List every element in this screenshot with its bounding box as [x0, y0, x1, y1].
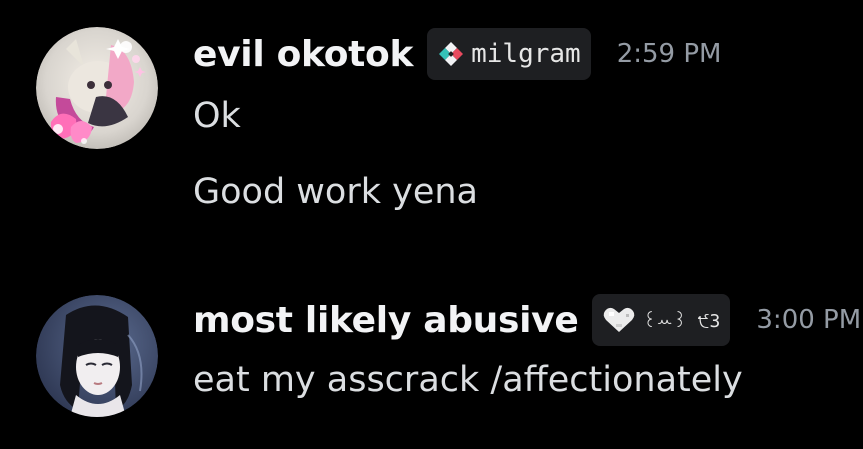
server-tag-label: milgram	[471, 39, 581, 69]
server-tag[interactable]: milgram	[427, 28, 591, 80]
message-content: Ok	[193, 96, 241, 136]
avatar[interactable]	[36, 295, 158, 417]
server-tag-label: ꒰ꕀ꒱ ੯3	[642, 310, 721, 332]
username[interactable]: evil okotok	[193, 34, 413, 75]
diamond-emblem-icon	[439, 42, 464, 66]
avatar[interactable]	[36, 27, 158, 149]
timestamp[interactable]: 2:59 PM	[617, 39, 722, 69]
server-tag[interactable]: ꒰ꕀ꒱ ੯3	[592, 294, 731, 346]
timestamp[interactable]: 3:00 PM	[756, 305, 861, 335]
message-header: most likely abusive ꒰ꕀ꒱ ੯3 3:00 PM	[193, 294, 861, 346]
message-content: Good work yena	[193, 172, 478, 212]
message-header: evil okotok milgram 2:59 PM	[193, 28, 721, 80]
username[interactable]: most likely abusive	[193, 300, 579, 341]
message-content: eat my asscrack /affectionately	[193, 360, 743, 400]
chat-message-list: evil okotok milgram 2:59 PM Ok Good work…	[0, 0, 863, 449]
heart-icon	[604, 307, 635, 332]
